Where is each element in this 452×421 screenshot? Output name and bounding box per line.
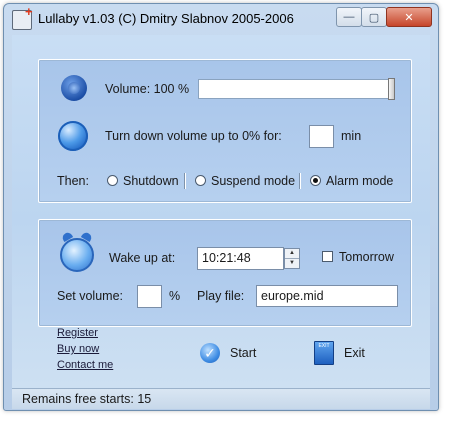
window-title: Lullaby v1.03 (C) Dmitry Slabnov 2005-20… bbox=[38, 11, 294, 26]
app-icon[interactable]: + bbox=[12, 5, 33, 30]
minutes-input[interactable] bbox=[309, 125, 334, 148]
suspend-label[interactable]: Suspend mode bbox=[211, 174, 295, 188]
spin-up-arrow[interactable]: ▲ bbox=[285, 249, 299, 259]
wake-time-input[interactable]: 10:21:48 bbox=[197, 247, 284, 270]
volume-slider[interactable] bbox=[198, 78, 395, 100]
volume-label: Volume: 100 % bbox=[105, 82, 190, 96]
turn-down-label: Turn down volume up to 0% for: bbox=[105, 129, 282, 143]
timer-orb-icon bbox=[58, 121, 88, 151]
alarm-mode-label[interactable]: Alarm mode bbox=[326, 174, 393, 188]
tomorrow-label[interactable]: Tomorrow bbox=[339, 250, 394, 264]
wake-up-label: Wake up at: bbox=[109, 251, 176, 265]
alarm-mode-radio[interactable] bbox=[310, 175, 321, 186]
spin-down-arrow[interactable]: ▼ bbox=[285, 259, 299, 268]
percent-label: % bbox=[169, 289, 181, 303]
maximize-button[interactable]: ▢ bbox=[361, 7, 387, 27]
contact-me-link[interactable]: Contact me bbox=[57, 359, 113, 371]
set-volume-label: Set volume: bbox=[57, 289, 124, 303]
minutes-unit-label: min bbox=[341, 129, 362, 143]
title-bar[interactable]: + Lullaby v1.03 (C) Dmitry Slabnov 2005-… bbox=[4, 4, 438, 34]
volume-slider-thumb[interactable] bbox=[388, 78, 395, 100]
alarm-panel bbox=[38, 219, 412, 327]
plus-icon: + bbox=[25, 4, 33, 19]
client-area: Volume: 100 % Turn down volume up to 0% … bbox=[12, 35, 430, 405]
then-label: Then: bbox=[57, 174, 89, 188]
play-file-label: Play file: bbox=[197, 289, 245, 303]
speaker-icon bbox=[61, 75, 87, 101]
time-spinner[interactable]: ▲ ▼ bbox=[284, 248, 300, 269]
tomorrow-checkbox[interactable] bbox=[322, 251, 333, 262]
start-check-icon[interactable]: ✓ bbox=[200, 343, 220, 363]
shutdown-radio[interactable] bbox=[107, 175, 118, 186]
suspend-radio[interactable] bbox=[195, 175, 206, 186]
shutdown-label[interactable]: Shutdown bbox=[123, 174, 179, 188]
status-text: Remains free starts: 15 bbox=[22, 392, 152, 406]
buy-now-link[interactable]: Buy now bbox=[57, 343, 99, 355]
alarm-clock-icon bbox=[60, 230, 94, 272]
exit-icon[interactable]: EXIT bbox=[314, 341, 334, 365]
alarm-volume-input[interactable] bbox=[137, 285, 162, 308]
app-window: + Lullaby v1.03 (C) Dmitry Slabnov 2005-… bbox=[3, 3, 439, 411]
minimize-button[interactable]: — bbox=[336, 7, 362, 27]
exit-button[interactable]: Exit bbox=[344, 346, 365, 360]
register-link[interactable]: Register bbox=[57, 327, 98, 339]
play-file-input[interactable]: europe.mid bbox=[256, 285, 398, 307]
close-button[interactable]: ✕ bbox=[386, 7, 432, 27]
start-button[interactable]: Start bbox=[230, 346, 256, 360]
option-separator bbox=[184, 173, 186, 189]
option-separator bbox=[299, 173, 301, 189]
status-bar: Remains free starts: 15 bbox=[12, 388, 430, 409]
